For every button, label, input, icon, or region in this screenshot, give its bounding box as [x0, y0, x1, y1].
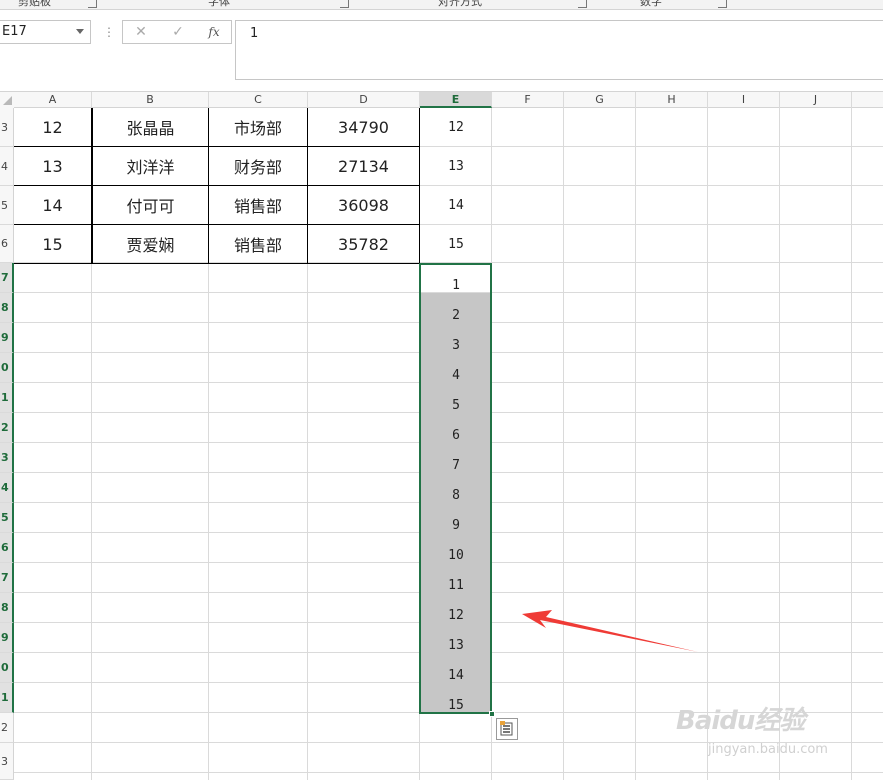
autofill-options-icon [500, 721, 513, 736]
cell-c6[interactable]: 销售部 [209, 225, 308, 264]
column-header-h[interactable]: H [636, 92, 708, 108]
cell-a4[interactable]: 13 [14, 147, 92, 186]
ribbon-group-alignment[interactable]: 对齐方式 [438, 0, 482, 9]
column-header-b[interactable]: B [92, 92, 209, 108]
row-header[interactable]: 3 [0, 443, 14, 473]
row-header[interactable]: 9 [0, 323, 14, 353]
column-header-j[interactable]: J [780, 92, 852, 108]
cell-b5[interactable]: 付可可 [92, 186, 209, 225]
cell-c3[interactable]: 市场部 [209, 108, 308, 147]
dialog-launcher-icon[interactable] [718, 0, 727, 8]
cell-b3[interactable]: 张晶晶 [92, 108, 209, 147]
cancel-icon[interactable]: ✕ [128, 21, 154, 43]
row-header[interactable]: 7 [0, 563, 14, 593]
row-header[interactable]: 3 [0, 108, 14, 147]
ribbon-group-strip: 剪贴板 字体 对齐方式 数字 [0, 0, 883, 10]
formula-input[interactable]: 1 [235, 20, 883, 80]
ribbon-group-font[interactable]: 字体 [208, 0, 230, 9]
row-header[interactable]: 4 [0, 147, 14, 186]
row-header[interactable]: 0 [0, 653, 14, 683]
ribbon-group-clipboard[interactable]: 剪贴板 [18, 0, 51, 9]
cell-c5[interactable]: 销售部 [209, 186, 308, 225]
dialog-launcher-icon[interactable] [88, 0, 97, 8]
watermark-url: jingyan.baidu.com [708, 742, 828, 757]
cell-d5[interactable]: 36098 [308, 186, 420, 225]
cell-c4[interactable]: 财务部 [209, 147, 308, 186]
more-options-icon[interactable]: ⋮ [103, 24, 115, 40]
row-header[interactable]: 9 [0, 623, 14, 653]
cell-a5[interactable]: 14 [14, 186, 92, 225]
column-header-e[interactable]: E [420, 92, 492, 108]
row-header[interactable]: 5 [0, 503, 14, 533]
row-header[interactable]: 5 [0, 186, 14, 225]
cell-a3[interactable]: 12 [14, 108, 92, 147]
column-header-c[interactable]: C [209, 92, 308, 108]
ribbon-group-number[interactable]: 数字 [640, 0, 662, 9]
column-header-g[interactable]: G [564, 92, 636, 108]
cell-d3[interactable]: 34790 [308, 108, 420, 147]
cell-b4[interactable]: 刘洋洋 [92, 147, 209, 186]
selection-range-border[interactable] [419, 263, 492, 714]
row-header[interactable]: 6 [0, 533, 14, 563]
column-header-a[interactable]: A [14, 92, 92, 108]
row-header[interactable]: 1 [0, 683, 14, 713]
row-header[interactable]: 7 [0, 263, 14, 293]
cell-b6[interactable]: 贾爱娴 [92, 225, 209, 264]
row-header[interactable]: 3 [0, 743, 14, 780]
row-header[interactable]: 8 [0, 593, 14, 623]
row-header[interactable]: 4 [0, 473, 14, 503]
insert-function-icon[interactable]: fx [201, 21, 227, 43]
cell-e4[interactable]: 13 [420, 147, 492, 186]
cell-a6[interactable]: 15 [14, 225, 92, 264]
watermark-logo: Baidu经验 [676, 706, 805, 736]
row-header[interactable]: 1 [0, 383, 14, 413]
column-header-i[interactable]: I [708, 92, 780, 108]
row-header[interactable]: 0 [0, 353, 14, 383]
chevron-down-icon[interactable] [76, 29, 84, 34]
column-header-d[interactable]: D [308, 92, 420, 108]
enter-icon[interactable]: ✓ [165, 21, 191, 43]
column-header-f[interactable]: F [492, 92, 564, 108]
row-header[interactable]: 6 [0, 225, 14, 263]
row-header[interactable]: 2 [0, 713, 14, 743]
autofill-options-button[interactable] [496, 718, 518, 740]
cell-e3[interactable]: 12 [420, 108, 492, 147]
cell-e6[interactable]: 15 [420, 225, 492, 263]
formula-buttons: ✕ ✓ fx [122, 20, 232, 44]
column-header-bar: A B C D E F G H I J [0, 92, 883, 108]
select-all-icon [3, 96, 12, 105]
cell-e5[interactable]: 14 [420, 186, 492, 225]
dialog-launcher-icon[interactable] [340, 0, 349, 8]
row-header[interactable]: 8 [0, 293, 14, 323]
cell-d6[interactable]: 35782 [308, 225, 420, 264]
annotation-arrow-icon [522, 610, 698, 652]
cell-d4[interactable]: 27134 [308, 147, 420, 186]
row-header[interactable]: 2 [0, 413, 14, 443]
fill-handle[interactable] [489, 711, 495, 717]
dialog-launcher-icon[interactable] [578, 0, 587, 8]
